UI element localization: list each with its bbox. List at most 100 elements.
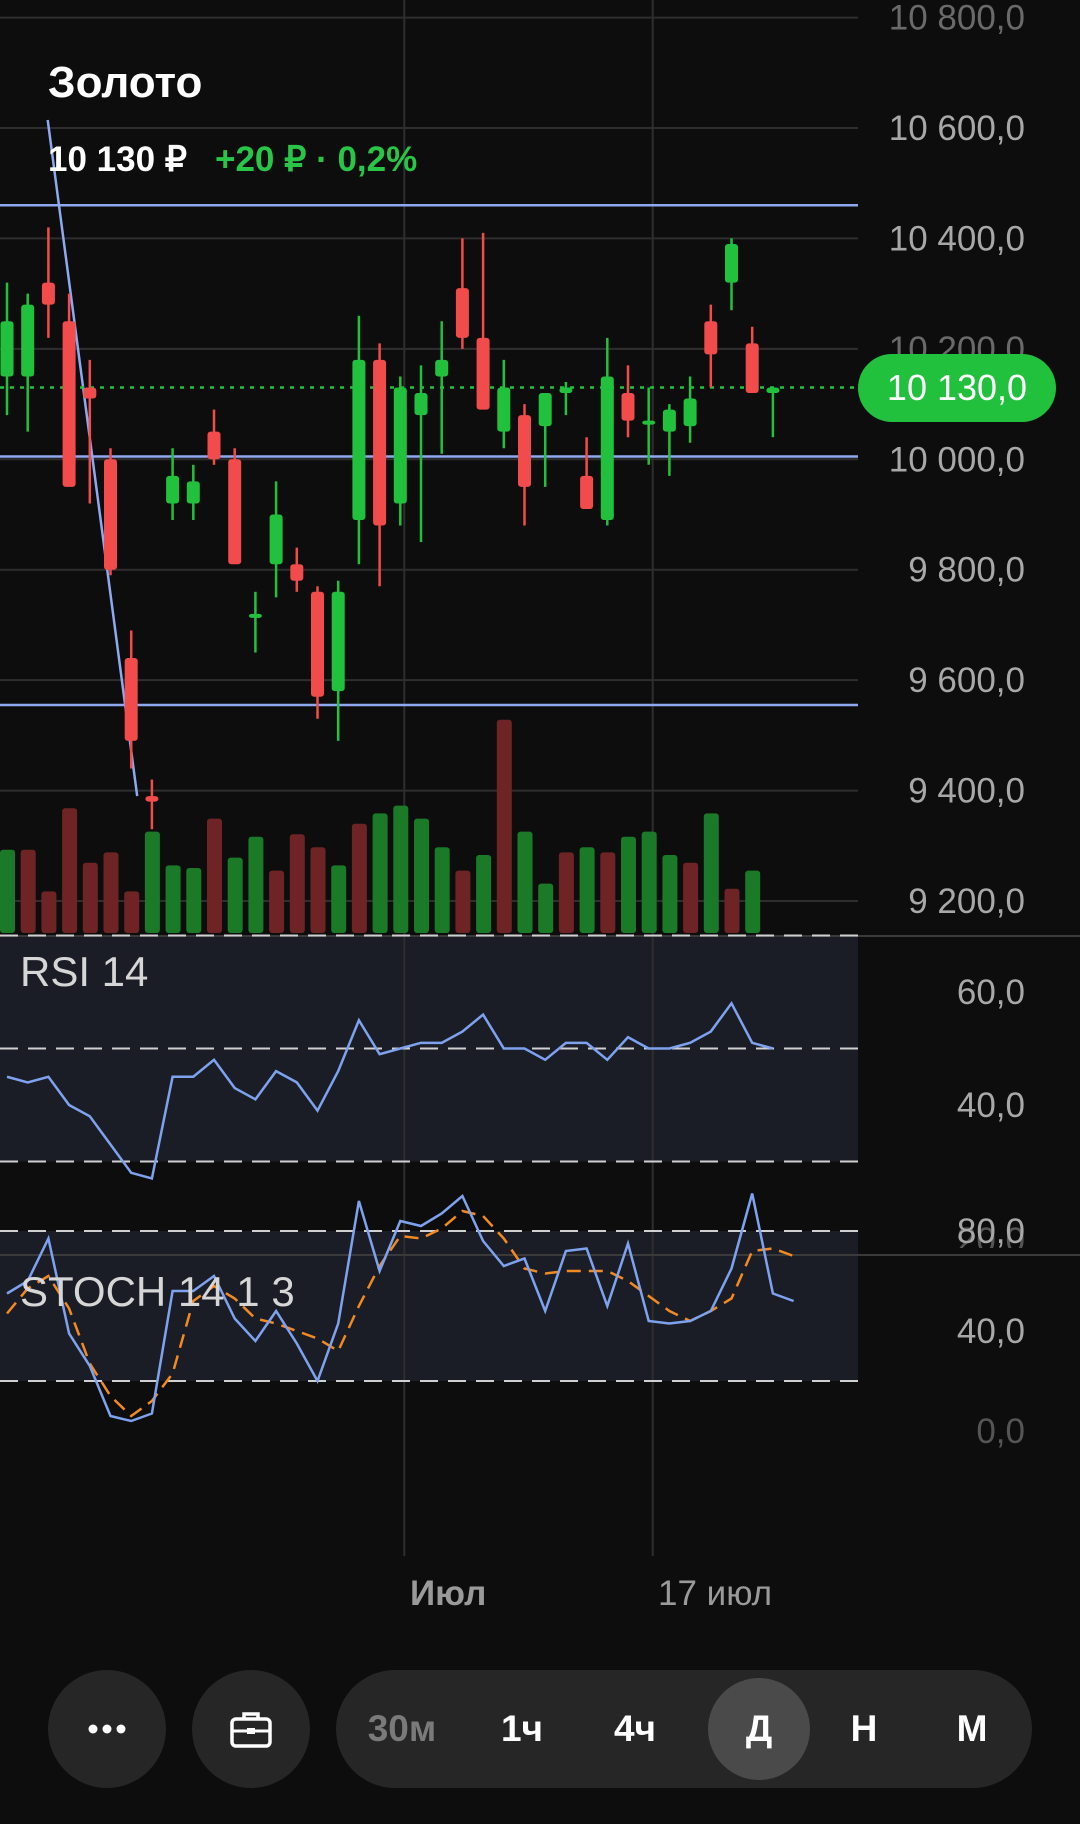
volume-bar: [269, 870, 285, 933]
candle-body: [269, 514, 283, 565]
stoch-indicator-label[interactable]: STOCH 14 1 3: [20, 1268, 295, 1316]
price-axis-tick: 9 800,0: [908, 551, 1025, 590]
volume-bar: [20, 849, 36, 933]
price-axis-tick: 10 000,0: [889, 440, 1025, 479]
candle-body: [683, 398, 697, 427]
instrument-title: Золото: [48, 58, 203, 107]
candle-body: [621, 393, 635, 421]
candle-body: [248, 613, 262, 618]
candle-body: [497, 387, 511, 432]
volume-bar: [207, 818, 222, 933]
volume-bar: [351, 823, 367, 933]
timeframe-week[interactable]: Н: [810, 1670, 918, 1788]
volume-bar: [745, 870, 761, 933]
candle-body: [580, 475, 594, 509]
price-axis-tick: 10 800,0: [889, 0, 1025, 38]
volume-bar: [372, 813, 388, 933]
candle-body: [83, 387, 97, 399]
stoch-axis-tick: 40,0: [957, 1312, 1025, 1351]
price-axis-tick: 9 400,0: [908, 772, 1025, 811]
timeframe-1h[interactable]: 1ч: [468, 1670, 576, 1788]
volume-bar: [393, 805, 409, 933]
x-axis-label-july: Июл: [410, 1574, 487, 1613]
portfolio-button[interactable]: [192, 1670, 310, 1788]
ellipsis-icon: [88, 1724, 126, 1734]
price-axis-tick: 9 200,0: [908, 882, 1025, 921]
volume-bar: [41, 891, 57, 933]
candle-body: [745, 343, 759, 394]
candle-body: [331, 591, 345, 692]
volume-bar: [310, 847, 326, 933]
volume-bar: [186, 868, 202, 933]
candle-body: [766, 387, 780, 394]
candle-body: [559, 387, 573, 394]
volume-bar: [144, 831, 160, 933]
volume-bar: [683, 862, 699, 933]
candle-body: [62, 321, 76, 487]
more-button[interactable]: [48, 1670, 166, 1788]
volume-bar: [124, 891, 140, 933]
volume-bar: [558, 852, 574, 933]
volume-bar: [517, 831, 533, 933]
candle-body: [145, 796, 159, 802]
candle-body: [311, 591, 324, 697]
chart-canvas[interactable]: 10 800,010 600,010 400,010 200,010 000,0…: [0, 0, 1080, 1824]
timeframe-4h[interactable]: 4ч: [576, 1670, 694, 1788]
candle-body: [476, 337, 490, 410]
volume-bar: [600, 852, 616, 933]
volume-bar: [289, 834, 305, 933]
candle-body: [414, 393, 428, 416]
current-price: 10 130 ₽: [48, 140, 188, 179]
candle-body: [725, 243, 738, 283]
candle-body: [600, 376, 614, 521]
volume-bar: [434, 847, 450, 933]
volume-bar: [414, 818, 429, 933]
volume-bar: [476, 855, 492, 933]
candle-body: [352, 359, 366, 521]
trend-line: [46, 119, 139, 797]
volume-bar: [165, 865, 181, 933]
stoch-axis-tick: 0,0: [976, 1412, 1025, 1451]
timeframe-30m[interactable]: 30м: [336, 1670, 468, 1788]
volume-bar: [724, 888, 740, 933]
volume-bar: [331, 865, 347, 933]
rsi-indicator-label[interactable]: RSI 14: [20, 948, 148, 996]
candle-body: [124, 658, 138, 741]
volume-bar: [62, 808, 78, 933]
candle-body: [393, 387, 407, 504]
candle-body: [455, 288, 469, 338]
candle-body: [21, 304, 35, 377]
candle-body: [662, 409, 676, 432]
volume-bar: [496, 719, 512, 933]
briefcase-icon: [230, 1712, 272, 1748]
timeframe-day[interactable]: Д: [708, 1670, 810, 1788]
candle-body: [435, 359, 449, 377]
stoch-axis-tick: 80,0: [957, 1212, 1025, 1251]
price-axis-tick: 9 600,0: [908, 661, 1025, 700]
candle-body: [41, 282, 55, 305]
candle-body: [642, 420, 656, 425]
rsi-axis-tick: 40,0: [957, 1086, 1025, 1125]
timeframe-selector: 30м 1ч 4ч Д Н М: [336, 1670, 1032, 1788]
volume-bar: [641, 831, 657, 933]
volume-bar: [0, 849, 15, 933]
candle-body: [228, 459, 242, 565]
candle-body: [104, 459, 117, 570]
candle-body: [518, 415, 531, 487]
volume-bar: [227, 857, 243, 933]
candle-body: [186, 481, 200, 504]
volume-bar: [538, 883, 554, 933]
price-change: +20 ₽ · 0,2%: [215, 140, 418, 179]
candle-body: [373, 359, 387, 526]
volume-bar: [248, 836, 264, 933]
rsi-axis-tick: 60,0: [957, 973, 1025, 1012]
volume-bar: [579, 847, 595, 933]
timeframe-month[interactable]: М: [918, 1670, 1026, 1788]
candle-body: [166, 475, 180, 504]
candle-body: [290, 564, 304, 581]
price-axis-tick: 10 400,0: [889, 219, 1025, 258]
price-axis-tick: 10 600,0: [889, 109, 1025, 148]
volume-bar: [103, 852, 119, 933]
volume-bar: [455, 870, 471, 933]
candle-body: [207, 431, 221, 460]
